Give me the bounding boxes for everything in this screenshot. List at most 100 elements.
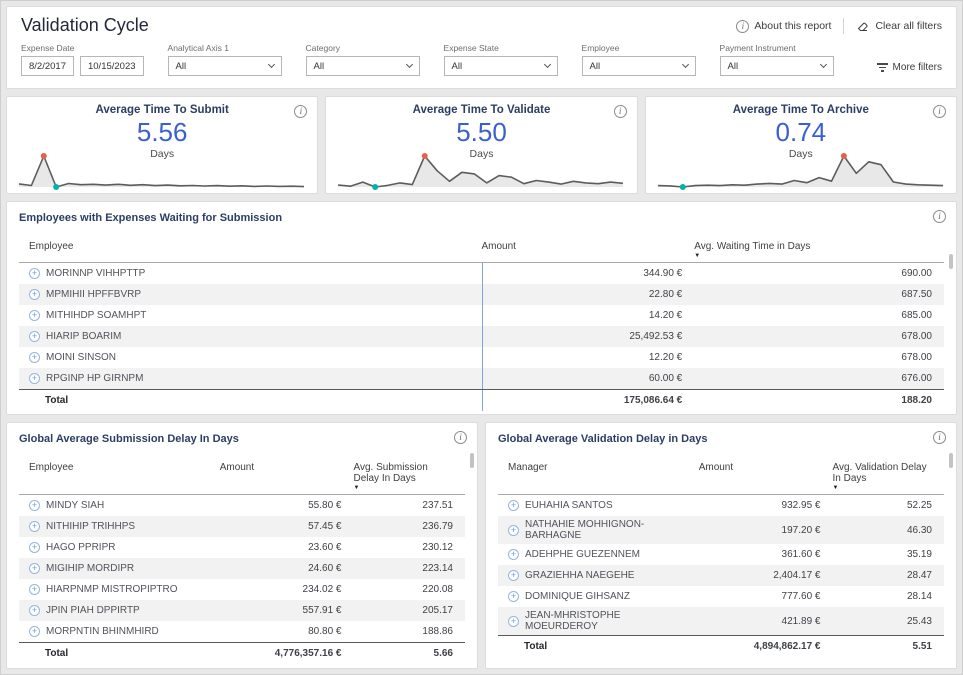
dashboard-page: Validation Cycle i About this report Cle…	[0, 0, 963, 675]
filter-label: Category	[305, 43, 341, 53]
scrollbar-thumb[interactable]	[470, 453, 474, 468]
expand-icon[interactable]: +	[508, 500, 519, 511]
amount-value: 60.00 €	[481, 368, 695, 390]
amount-value: 57.45 €	[308, 521, 342, 532]
header-divider	[843, 18, 845, 34]
expand-icon[interactable]: +	[29, 542, 40, 553]
employee-name: MIGIHIP MORDIPR	[46, 563, 135, 574]
table-row[interactable]: + NATHAHIE MOHHIGNON-BARHAGNE 197.20 € 4…	[498, 516, 944, 544]
info-icon[interactable]: i	[454, 431, 467, 444]
filter-dropdown-select[interactable]: All	[581, 56, 696, 76]
table-row[interactable]: + MITHIHDP SOAMHPT 14.20 € 685.00	[19, 305, 944, 327]
table-row[interactable]: + JPIN PIAH DPPIRTP 557.91 € 205.17	[19, 600, 465, 621]
filter-expense-date: Expense Date 8/2/2017 10/15/2023	[21, 43, 144, 76]
delay-days-value: 230.12	[422, 542, 453, 553]
expand-icon[interactable]: +	[29, 500, 40, 511]
clear-all-filters-button[interactable]: Clear all filters	[856, 19, 942, 33]
expand-icon[interactable]: +	[29, 626, 40, 637]
kpi-unit: Days	[788, 147, 813, 160]
table-header-row: Employee Amount Avg. Submission Delay In…	[19, 458, 465, 495]
filter-dropdown-select[interactable]: All	[167, 56, 282, 76]
column-header-manager[interactable]: Manager	[498, 462, 699, 473]
delay-days-value: 28.14	[906, 591, 932, 602]
expand-icon[interactable]: +	[29, 352, 40, 364]
table-row[interactable]: + ADEHPHE GUEZENNEM 361.60 € 35.19	[498, 544, 944, 565]
delay-days-value: 188.86	[422, 626, 453, 637]
scrollbar-thumb[interactable]	[949, 453, 953, 468]
expand-icon[interactable]: +	[508, 615, 519, 627]
table-row[interactable]: + HIARPNMP MISTROPIPTRO 234.02 € 220.08	[19, 579, 465, 600]
total-days: 5.51	[912, 641, 932, 652]
table-row[interactable]: + MORPNTIN BHINMHIRD 80.80 € 188.86	[19, 621, 465, 642]
table-row[interactable]: + MPMIHII HPFFBVRP 22.80 € 687.50	[19, 284, 944, 306]
delay-days-value: 236.79	[422, 521, 453, 532]
table-row[interactable]: + MIGIHIP MORDIPR 24.60 € 223.14	[19, 558, 465, 579]
filter-dropdown: Employee All	[581, 43, 696, 76]
expand-icon[interactable]: +	[29, 268, 40, 280]
column-header-validation-delay[interactable]: Avg. Validation Delay In Days ▼	[832, 462, 932, 491]
employee-name: MPMIHII HPFFBVRP	[46, 289, 142, 301]
eraser-icon	[858, 22, 869, 31]
expand-icon[interactable]: +	[29, 310, 40, 322]
expand-icon[interactable]: +	[29, 373, 40, 385]
expand-icon[interactable]: +	[29, 584, 40, 595]
amount-value: 932.95 €	[781, 500, 821, 511]
expand-icon[interactable]: +	[29, 331, 40, 343]
total-label: Total	[524, 641, 548, 652]
column-header-employee[interactable]: Employee	[19, 241, 482, 252]
filter-dropdown-value: All	[727, 60, 739, 72]
table-row[interactable]: + MINDY SIAH 55.80 € 237.51	[19, 495, 465, 516]
waiting-days-value: 676.00	[901, 373, 932, 385]
more-filters-button[interactable]: More filters	[876, 62, 942, 73]
column-header-amount[interactable]: Amount	[699, 462, 833, 473]
employee-name: MORINNP VIHHPTTP	[46, 268, 146, 280]
table-row[interactable]: + JEAN-MHRISTOPHE MOEURDEROY 421.89 € 25…	[498, 607, 944, 635]
expand-icon[interactable]: +	[508, 549, 519, 560]
filter-dropdown-select[interactable]: All	[305, 56, 420, 76]
date-to-input[interactable]: 10/15/2023	[79, 56, 144, 76]
about-report-button[interactable]: i About this report	[736, 19, 831, 33]
table-row[interactable]: + HIARIP BOARIM 25,492.53 € 678.00	[19, 326, 944, 348]
info-icon[interactable]: i	[933, 210, 946, 224]
expand-icon[interactable]: +	[508, 524, 519, 536]
info-icon[interactable]: i	[933, 431, 946, 444]
table-body: + EUHAHIA SANTOS 932.95 € 52.25 + NATHAH…	[498, 495, 944, 635]
table-row[interactable]: + NITHIHIP TRIHHPS 57.45 € 236.79	[19, 516, 465, 537]
page-title: Validation Cycle	[21, 15, 149, 35]
column-header-amount[interactable]: Amount	[482, 241, 695, 252]
manager-name: EUHAHIA SANTOS	[525, 500, 613, 511]
table-row[interactable]: + HAGO PPRIPR 23.60 € 230.12	[19, 537, 465, 558]
expand-icon[interactable]: +	[508, 591, 519, 602]
expand-icon[interactable]: +	[29, 289, 40, 301]
employee-name: JPIN PIAH DPPIRTP	[46, 605, 140, 616]
expand-icon[interactable]: +	[29, 605, 40, 616]
delay-days-value: 52.25	[906, 500, 932, 511]
filter-dropdown-select[interactable]: All	[719, 56, 834, 76]
employee-name: HIARIP BOARIM	[46, 331, 122, 343]
kpi-card-avg-time-to-archive: i Average Time To Archive 0.74 Days	[644, 95, 957, 195]
expand-icon[interactable]: +	[29, 521, 40, 532]
column-header-employee[interactable]: Employee	[19, 462, 220, 473]
waiting-days-value: 690.00	[901, 268, 932, 280]
table-row[interactable]: + DOMINIQUE GIHSANZ 777.60 € 28.14	[498, 586, 944, 607]
sort-desc-icon: ▼	[694, 253, 701, 260]
filter-dropdown-select[interactable]: All	[443, 56, 558, 76]
scrollbar-thumb[interactable]	[949, 254, 953, 270]
expand-icon[interactable]: +	[508, 570, 519, 581]
column-header-waiting-time[interactable]: Avg. Waiting Time in Days ▼	[694, 241, 944, 259]
table-row[interactable]: + RPGINP HP GIRNPM 60.00 € 676.00	[19, 368, 944, 390]
amount-value: 421.89 €	[781, 615, 821, 627]
column-header-amount[interactable]: Amount	[220, 462, 354, 473]
table-row[interactable]: + EUHAHIA SANTOS 932.95 € 52.25	[498, 495, 944, 516]
date-from-input[interactable]: 8/2/2017	[21, 56, 74, 76]
amount-value: 344.90 €	[481, 263, 695, 285]
delay-days-value: 237.51	[422, 500, 453, 511]
expand-icon[interactable]: +	[29, 563, 40, 574]
table-row[interactable]: + GRAZIEHHA NAEGEHE 2,404.17 € 28.47	[498, 565, 944, 586]
column-header-submission-delay[interactable]: Avg. Submission Delay In Days ▼	[353, 462, 453, 491]
filter-label: Employee	[581, 43, 620, 53]
kpi-value: 5.50	[456, 116, 507, 147]
table-row[interactable]: + MORINNP VIHHPTTP 344.90 € 690.00	[19, 263, 944, 285]
amount-value: 2,404.17 €	[773, 570, 821, 581]
table-row[interactable]: + MOINI SINSON 12.20 € 678.00	[19, 347, 944, 369]
